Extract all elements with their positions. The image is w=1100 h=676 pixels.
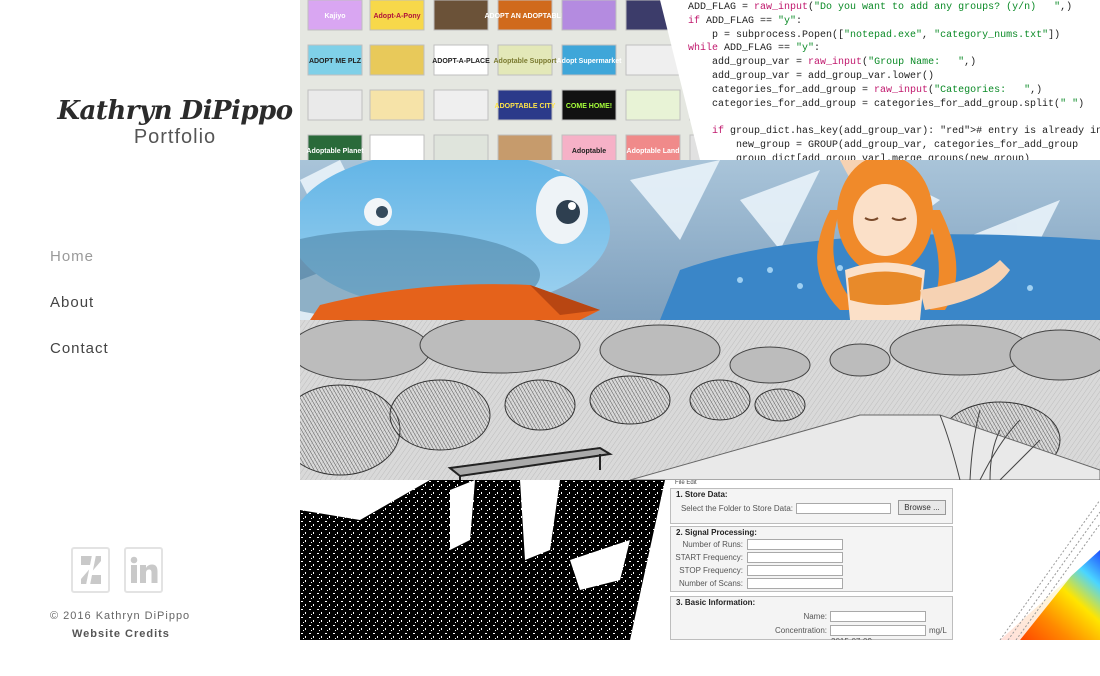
adoptable-button: [307, 89, 363, 121]
project-tile-software[interactable]: File Edit 1. Store Data: Select the Fold…: [300, 480, 1100, 640]
svg-text:Adoptable Planet: Adoptable Planet: [306, 148, 364, 155]
sidebar: Kathryn DiPippo Portfolio Home About Con…: [0, 0, 300, 676]
adoptable-button: [433, 89, 489, 121]
fish-illustration: [300, 160, 1100, 320]
svg-text:Adoptable: Adoptable: [572, 148, 606, 155]
adoptable-button: Adoptable Planet: [306, 134, 364, 160]
linkedin-link[interactable]: [124, 547, 163, 593]
adoptable-button: [369, 44, 425, 76]
form-screenshot: File Edit 1. Store Data: Select the Fold…: [665, 480, 965, 640]
form-menu-bar: File Edit: [675, 480, 697, 486]
adoptable-button: ADOPT AN ADOPTABLE: [484, 0, 566, 31]
svg-text:Kajiyo: Kajiyo: [324, 13, 345, 20]
portfolio-gallery: Kajiyo Adopt-A-Pony ADOPT AN ADOPTABLE Adop…: [300, 0, 1100, 640]
adoptable-button: [497, 134, 553, 160]
adoptable-button: [369, 134, 425, 160]
website-credits-link[interactable]: Website Credits: [72, 628, 170, 640]
svg-text:ADOPT AN ADOPTABLE: ADOPT AN ADOPTABLE: [484, 13, 565, 20]
nav-item-home[interactable]: Home: [50, 248, 109, 267]
project-tile-sketch[interactable]: [300, 320, 1100, 480]
svg-text:Adopt-A-Pony: Adopt-A-Pony: [373, 13, 420, 20]
svg-text:Adopt Supermarket: Adopt Supermarket: [557, 58, 623, 65]
brand-subtitle: Portfolio: [133, 126, 217, 148]
adoptable-button: [625, 89, 681, 121]
nav-item-about[interactable]: About: [50, 294, 109, 313]
social-links: [71, 547, 163, 593]
adoptable-button: Adoptable Support: [494, 44, 558, 76]
svg-text:ADOPTABLE CITY: ADOPTABLE CITY: [495, 103, 556, 110]
nav-item-contact[interactable]: Contact: [50, 340, 109, 359]
adoptable-button: [369, 89, 425, 121]
adoptable-button: Adopt-A-Pony: [369, 0, 425, 31]
project-tile-illustration[interactable]: [300, 160, 1100, 320]
zerply-icon: [80, 555, 101, 585]
adoptable-button: Kajiyo: [307, 0, 363, 31]
adoptable-button: [433, 0, 489, 31]
adoptable-button: ADOPTABLE CITY: [495, 89, 556, 121]
landscape-sketch: [300, 320, 1100, 480]
svg-text:Adoptable Support: Adoptable Support: [494, 58, 558, 65]
adoptable-button: COME HOME!: [561, 89, 617, 121]
adoptable-button: Adoptable Land: [625, 134, 681, 160]
adoptable-button: Adopt Supermarket: [557, 44, 623, 76]
adoptable-button: ADOPT ME PLZ: [307, 44, 363, 76]
brand-logo[interactable]: Kathryn DiPippo Portfolio: [0, 96, 350, 148]
main-nav: Home About Contact: [50, 248, 109, 386]
adoptable-button: Adoptable: [561, 134, 617, 160]
svg-text:ADOPT ME PLZ: ADOPT ME PLZ: [309, 58, 362, 65]
svg-text:Adoptable Land: Adoptable Land: [627, 148, 680, 155]
adoptable-button: [561, 0, 617, 31]
adoptable-button: [625, 44, 681, 76]
project-tile-adoptables-code[interactable]: Kajiyo Adopt-A-Pony ADOPT AN ADOPTABLE Adop…: [300, 0, 1100, 160]
zerply-link[interactable]: [71, 547, 110, 593]
copyright-text: © 2016 Kathryn DiPippo: [50, 610, 191, 622]
svg-text:COME HOME!: COME HOME!: [566, 103, 612, 110]
adoptable-button: ADOPT-A-PLACE: [432, 44, 490, 76]
adoptables-buttons-collage: Kajiyo Adopt-A-Pony ADOPT AN ADOPTABLE Adop…: [300, 0, 730, 160]
svg-text:ADOPT-A-PLACE: ADOPT-A-PLACE: [432, 58, 490, 65]
adoptable-button: [433, 134, 489, 160]
brand-name: Kathryn DiPippo: [57, 96, 293, 126]
linkedin-icon: [130, 556, 157, 583]
code-listing: ADD_FLAG = raw_input("Do you want to add…: [688, 2, 1100, 160]
